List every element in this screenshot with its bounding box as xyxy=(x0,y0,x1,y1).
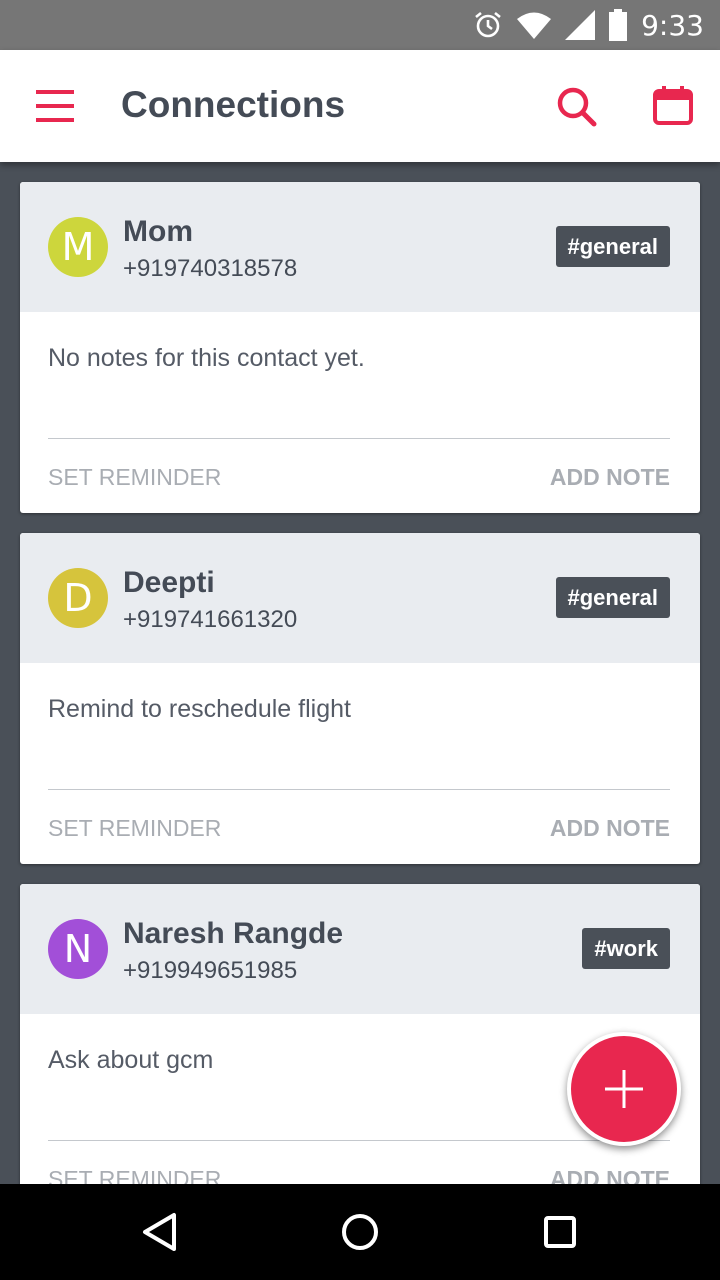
contact-note: No notes for this contact yet. xyxy=(48,344,365,372)
contact-name: Naresh Rangde xyxy=(123,917,344,950)
contact-name: Deepti xyxy=(123,566,215,599)
add-note-button[interactable]: ADD NOTE xyxy=(550,1166,670,1184)
set-reminder-button[interactable]: SET REMINDER xyxy=(48,1166,221,1184)
alarm-icon xyxy=(475,11,501,38)
page-title: Connections xyxy=(121,84,346,125)
contact-card-header[interactable]: D Deepti +919741661320 #general xyxy=(20,533,700,663)
avatar: N xyxy=(48,919,108,979)
status-time: 9:33 xyxy=(641,8,704,42)
divider xyxy=(48,438,670,439)
set-reminder-button[interactable]: SET REMINDER xyxy=(48,815,221,842)
contact-card-header[interactable]: M Mom +919740318578 #general xyxy=(20,182,700,312)
tag-badge[interactable]: #general xyxy=(555,226,670,267)
avatar: D xyxy=(48,568,108,628)
contact-card[interactable]: D Deepti +919741661320 #general Remind t… xyxy=(20,533,700,864)
plus-icon xyxy=(605,1070,643,1108)
add-note-button[interactable]: ADD NOTE xyxy=(550,464,670,491)
add-note-button[interactable]: ADD NOTE xyxy=(550,815,670,842)
set-reminder-button[interactable]: SET REMINDER xyxy=(48,464,221,491)
divider xyxy=(48,1140,670,1141)
contact-phone: +919741661320 xyxy=(123,606,298,633)
add-contact-button[interactable] xyxy=(567,1032,681,1146)
battery-icon xyxy=(609,9,628,41)
contact-name: Mom xyxy=(123,215,193,248)
contact-card[interactable]: M Mom +919740318578 #general No notes fo… xyxy=(20,182,700,513)
app-bar: Connections xyxy=(0,50,720,162)
search-icon[interactable] xyxy=(552,82,602,132)
tag-badge[interactable]: #work xyxy=(582,928,670,969)
back-triangle-icon[interactable] xyxy=(134,1206,186,1258)
contact-list[interactable]: M Mom +919740318578 #general No notes fo… xyxy=(0,162,720,1184)
home-circle-icon[interactable] xyxy=(334,1206,386,1258)
navigation-bar xyxy=(0,1184,720,1280)
recents-square-icon[interactable] xyxy=(534,1206,586,1258)
status-bar: 9:33 xyxy=(0,0,720,50)
tag-badge[interactable]: #general xyxy=(555,577,670,618)
hamburger-icon[interactable] xyxy=(36,88,76,124)
contact-phone: +919740318578 xyxy=(123,255,298,282)
contact-card-header[interactable]: N Naresh Rangde +919949651985 #work xyxy=(20,884,700,1014)
wifi-icon xyxy=(517,12,552,39)
contact-note: Ask about gcm xyxy=(48,1046,214,1074)
contact-note: Remind to reschedule flight xyxy=(48,695,351,723)
divider xyxy=(48,789,670,790)
avatar: M xyxy=(48,217,108,277)
signal-icon xyxy=(565,10,596,40)
contact-phone: +919949651985 xyxy=(123,957,298,984)
calendar-icon[interactable] xyxy=(648,82,698,132)
